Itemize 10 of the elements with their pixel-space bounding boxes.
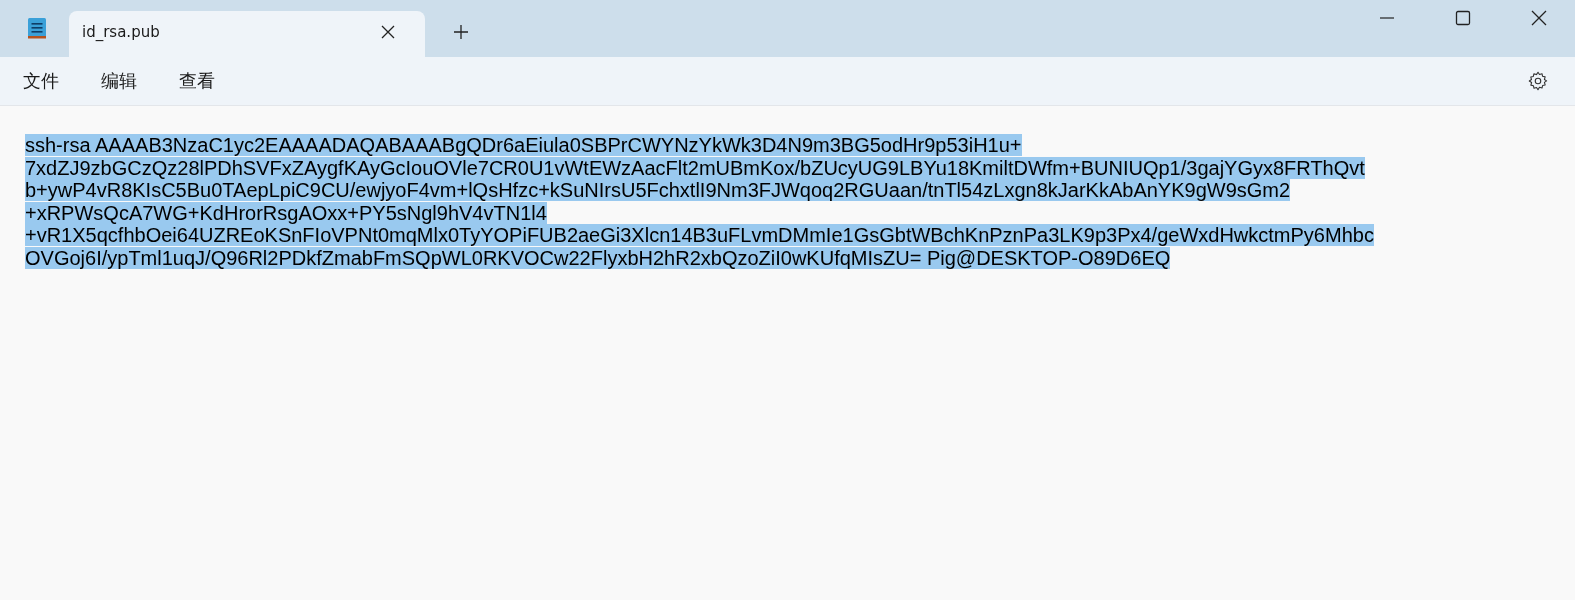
menu-item[interactable]: 编辑 (101, 69, 137, 93)
maximize-icon[interactable] (1455, 10, 1471, 26)
menu-item[interactable]: 文件 (23, 69, 59, 93)
menu-item[interactable]: 查看 (179, 69, 215, 93)
close-icon[interactable] (381, 25, 395, 39)
notepad-icon (27, 16, 47, 40)
settings-icon[interactable] (1527, 70, 1549, 92)
add-icon[interactable] (453, 24, 469, 40)
file-tab[interactable]: id_rsa.pub (69, 11, 425, 57)
close-icon[interactable] (1531, 10, 1547, 26)
